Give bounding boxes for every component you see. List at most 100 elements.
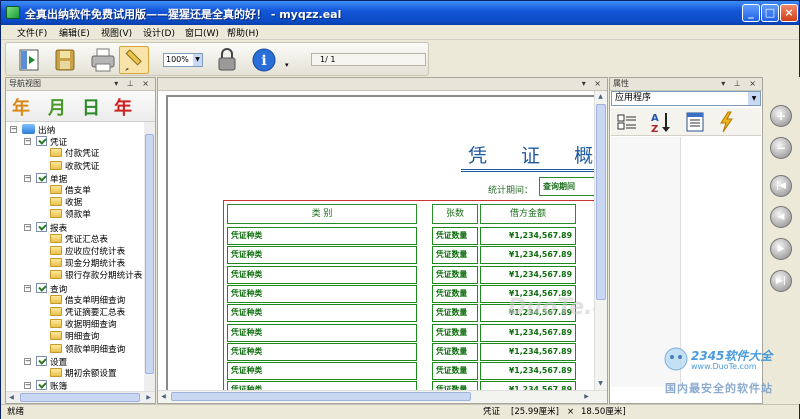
- tree-item[interactable]: 收款凭证: [50, 160, 99, 173]
- tree-item[interactable]: 凭证摘要汇总表: [50, 307, 125, 319]
- tree-item[interactable]: 凭证汇总表: [50, 233, 108, 246]
- collapse-icon[interactable]: −: [24, 357, 31, 365]
- collapse-icon[interactable]: −: [24, 382, 31, 390]
- chevron-down-icon[interactable]: ▼: [193, 54, 202, 66]
- close-button[interactable]: ×: [780, 4, 798, 22]
- scroll-right-icon[interactable]: ▶: [581, 391, 592, 402]
- tree-item[interactable]: − 报表: [24, 221, 67, 234]
- cell-count: 凭证数量: [432, 323, 478, 342]
- tree-item[interactable]: − 凭证: [24, 136, 67, 148]
- nav-horizontal-scrollbar[interactable]: ◀ ▶: [6, 391, 155, 403]
- next-record-button[interactable]: ▶: [770, 238, 792, 260]
- tree-item[interactable]: 借支单明细查询: [50, 294, 125, 307]
- collapse-icon[interactable]: −: [24, 174, 31, 182]
- panel-tools[interactable]: ▾ ⊥ ×: [114, 78, 152, 90]
- tree-item[interactable]: 收据明细查询: [50, 319, 117, 331]
- watermark-2345: 2345软件大全 www.DuoTe.com 国内最安全的软件站: [661, 344, 800, 395]
- collapse-icon[interactable]: −: [24, 284, 31, 292]
- tree-item[interactable]: 收据: [50, 197, 82, 209]
- document-canvas[interactable]: 凭 证 概 况 统计期间： 查询期间 类 别 张数 借方金额 凭证种类凭证数量¥…: [158, 91, 607, 391]
- scroll-right-icon[interactable]: ▶: [143, 392, 154, 403]
- title-bar[interactable]: 全真出纳软件免费试用版——猩猩还是全真的好！ - myqzz.eal _ □ ×: [1, 1, 799, 25]
- prev-record-button[interactable]: ◀: [770, 206, 792, 228]
- tree-item[interactable]: 付款凭证: [50, 148, 99, 160]
- nav-view-button[interactable]: [14, 46, 44, 74]
- scroll-up-icon[interactable]: ▲: [595, 91, 606, 102]
- tree-item[interactable]: 现金分期统计表: [50, 258, 125, 270]
- events-icon[interactable]: [717, 111, 737, 133]
- info-button[interactable]: i: [249, 46, 279, 74]
- cell-debit: ¥1,234,567.89: [480, 362, 576, 381]
- scroll-left-icon[interactable]: ◀: [6, 392, 17, 403]
- panel-tools[interactable]: ▾ ×: [582, 78, 604, 90]
- page-indicator-text: 1/ 1: [320, 55, 336, 64]
- document-vertical-scrollbar[interactable]: ▲ ▼: [594, 91, 607, 391]
- nav-vertical-scrollbar[interactable]: [144, 122, 155, 392]
- first-record-button[interactable]: |◀: [770, 175, 792, 197]
- property-pages-icon[interactable]: [685, 112, 705, 132]
- tree-item[interactable]: 借支单: [50, 185, 91, 197]
- collapse-icon[interactable]: −: [10, 126, 17, 133]
- calendar-month-icon[interactable]: 月: [48, 94, 66, 120]
- menu-window[interactable]: 窗口(W): [185, 26, 219, 39]
- panel-tools[interactable]: ▾ ⊥ ×: [721, 78, 759, 90]
- maximize-button[interactable]: □: [761, 4, 779, 22]
- cell-debit: ¥1,234,567.89: [480, 227, 576, 245]
- menu-help[interactable]: 帮助(H): [227, 26, 259, 39]
- menu-edit[interactable]: 编辑(E): [59, 26, 90, 39]
- tree-item[interactable]: 期初余额设置: [50, 368, 117, 380]
- calendar-bar: 年 月 日 年: [6, 91, 155, 122]
- tree-item[interactable]: − 出纳: [10, 124, 55, 136]
- categorized-icon[interactable]: [617, 113, 637, 131]
- app-window: 全真出纳软件免费试用版——猩猩还是全真的好！ - myqzz.eal _ □ ×…: [0, 0, 800, 419]
- calendar-day-icon[interactable]: 日: [82, 94, 100, 120]
- print-button[interactable]: [88, 46, 118, 74]
- tree-item-label: 出纳: [38, 126, 56, 136]
- calendar-year2-icon[interactable]: 年: [114, 94, 132, 120]
- collapse-icon[interactable]: −: [24, 138, 31, 146]
- cell-count: 凭证数量: [432, 265, 478, 284]
- chevron-down-icon[interactable]: ▼: [748, 92, 760, 105]
- tree-item[interactable]: − 设置: [24, 355, 67, 368]
- lock-button[interactable]: [212, 46, 242, 74]
- toolbar-overflow-icon[interactable]: ▾: [285, 61, 292, 71]
- properties-object-select[interactable]: 应用程序 ▼: [611, 91, 761, 106]
- menu-file[interactable]: 文件(F): [17, 26, 47, 39]
- page-indicator[interactable]: 1/ 1: [311, 53, 426, 66]
- menu-design[interactable]: 设计(D): [143, 26, 175, 39]
- last-record-button[interactable]: ▶|: [770, 270, 792, 292]
- tree-item[interactable]: 明细查询: [50, 331, 99, 343]
- delete-record-button[interactable]: −: [770, 137, 792, 159]
- collapse-icon[interactable]: −: [24, 223, 31, 231]
- menu-view[interactable]: 视图(V): [101, 26, 132, 39]
- maximize-icon: □: [764, 6, 776, 19]
- calendar-year-icon[interactable]: 年: [12, 94, 30, 120]
- nav-panel-header: 导航视图 ▾ ⊥ ×: [6, 78, 155, 91]
- scroll-down-icon[interactable]: ▼: [595, 378, 606, 389]
- minimize-button[interactable]: _: [742, 4, 760, 22]
- tree-item[interactable]: − 查询: [24, 282, 67, 295]
- sort-az-icon[interactable]: AZ: [649, 111, 673, 133]
- tree-item[interactable]: 应收应付统计表: [50, 246, 125, 258]
- tree-item[interactable]: 领款单明细查询: [50, 343, 125, 356]
- check-document-icon: [36, 380, 47, 391]
- tree-item[interactable]: 银行存款分期统计表: [50, 270, 142, 282]
- add-record-button[interactable]: +: [770, 105, 792, 127]
- status-width: [25.99厘米]: [511, 407, 559, 417]
- folder-icon: [50, 233, 62, 243]
- first-icon: |◀: [775, 181, 787, 191]
- scroll-left-icon[interactable]: ◀: [158, 391, 169, 402]
- design-button[interactable]: [119, 46, 149, 74]
- scroll-thumb[interactable]: [145, 134, 154, 374]
- scroll-thumb[interactable]: [20, 393, 140, 402]
- tree-item[interactable]: − 单据: [24, 172, 68, 185]
- save-button[interactable]: [50, 46, 80, 74]
- scroll-thumb[interactable]: [596, 104, 606, 300]
- tree-item-label: 期初余额设置: [65, 369, 117, 379]
- col-header-debit: 借方金额: [480, 204, 576, 224]
- tree-item-label: 单据: [50, 174, 68, 185]
- document-horizontal-scrollbar[interactable]: ◀ ▶: [158, 390, 607, 403]
- scroll-thumb[interactable]: [171, 392, 471, 401]
- tree-item[interactable]: 领款单: [50, 209, 91, 221]
- book-icon: [22, 124, 35, 134]
